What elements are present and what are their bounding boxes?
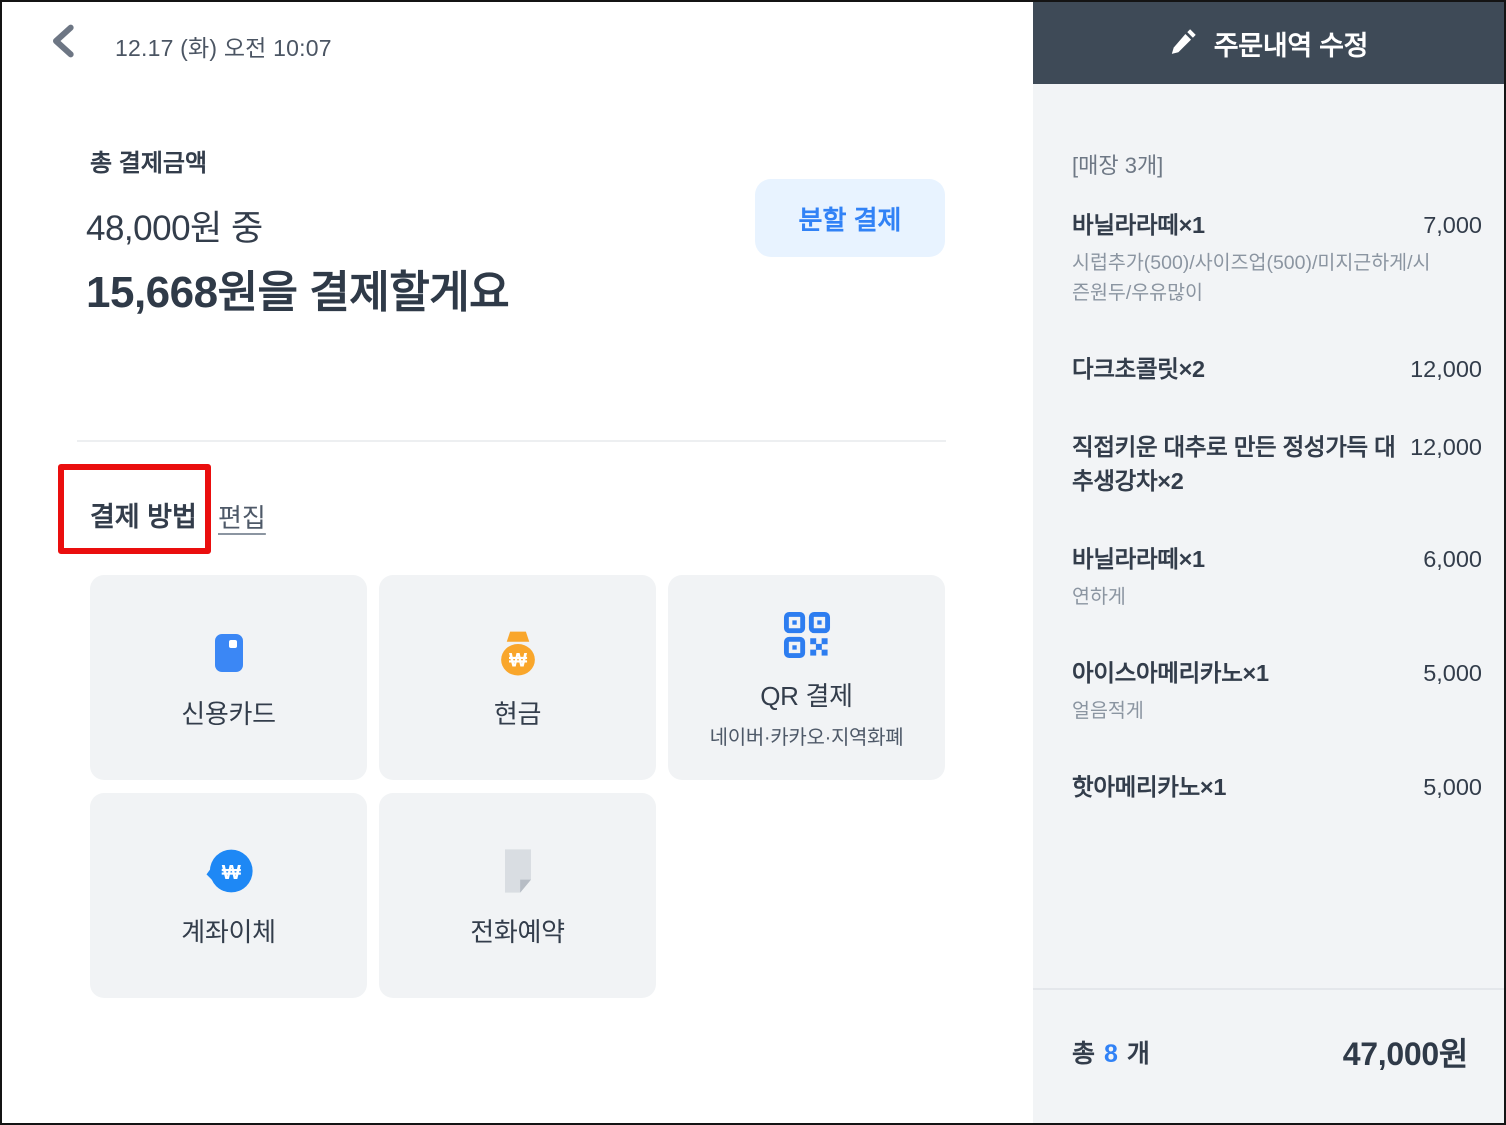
order-item: 바닐라라떼×1 6,000 연하게	[1072, 542, 1482, 612]
total-count-number: 8	[1104, 1039, 1118, 1068]
svg-text:₩: ₩	[508, 651, 527, 672]
split-payment-button[interactable]: 분할 결제	[755, 179, 945, 257]
order-item-options: 연하게	[1072, 586, 1126, 608]
total-count-label: 총 8 개	[1072, 1034, 1150, 1070]
order-item-price: 7,000	[1423, 212, 1482, 238]
order-item-name: 바닐라라떼×1	[1072, 546, 1205, 572]
payment-card-label: 현금	[493, 699, 542, 729]
section-divider	[77, 440, 946, 442]
order-item-price: 12,000	[1410, 434, 1482, 460]
chevron-left-icon	[48, 22, 80, 63]
payment-card-credit[interactable]: 신용카드	[90, 575, 367, 780]
payment-card-label: 전화예약	[470, 917, 565, 947]
screen: 12.17 (화) 오전 10:07 총 결제금액 48,000원 중 15,6…	[0, 0, 1506, 1125]
qr-code-icon	[781, 606, 833, 664]
payment-methods-grid: 신용카드 ₩ 현금 QR 결제 네이버·카카오·지역화폐 ₩ 계좌이체 전화예약	[90, 575, 946, 998]
pencil-icon	[1169, 26, 1199, 61]
order-item-price: 6,000	[1423, 546, 1482, 572]
order-item-name: 다크초콜릿×2	[1072, 356, 1205, 382]
payment-panel: 12.17 (화) 오전 10:07 총 결제금액 48,000원 중 15,6…	[2, 2, 1033, 1123]
order-item-options: 얼음적게	[1072, 700, 1144, 722]
credit-card-icon	[214, 624, 243, 682]
back-button[interactable]	[42, 18, 86, 66]
order-item-price: 12,000	[1410, 356, 1482, 382]
payment-card-label: QR 결제	[760, 680, 853, 711]
order-edit-title: 주문내역 수정	[1213, 30, 1369, 61]
order-edit-header-button[interactable]: 주문내역 수정	[1033, 2, 1504, 84]
datetime-text: 12.17 (화) 오전 10:07	[115, 35, 332, 61]
money-bag-icon: ₩	[491, 624, 545, 682]
red-annotation-box	[58, 464, 211, 554]
order-item-name: 바닐라라떼×1	[1072, 212, 1205, 238]
total-suffix: 개	[1126, 1039, 1150, 1068]
document-icon	[492, 842, 544, 900]
total-amount-label: 총 결제금액	[90, 150, 208, 177]
payment-card-label: 신용카드	[181, 699, 276, 729]
order-item-list: [매장 3개] 바닐라라떼×1 7,000 시럽추가(500)/사이즈업(500…	[1033, 84, 1504, 988]
edit-link[interactable]: 편집	[218, 498, 266, 535]
bank-transfer-icon: ₩	[202, 842, 256, 900]
order-item: 핫아메리카노×1 5,000	[1072, 770, 1482, 804]
payment-card-cash[interactable]: ₩ 현금	[379, 575, 656, 780]
order-summary-panel: 주문내역 수정 [매장 3개] 바닐라라떼×1 7,000 시럽추가(500)/…	[1033, 2, 1504, 1123]
payment-card-qr[interactable]: QR 결제 네이버·카카오·지역화폐	[668, 575, 945, 780]
order-item-price: 5,000	[1423, 774, 1482, 800]
svg-text:₩: ₩	[221, 862, 241, 884]
order-item: 직접키운 대추로 만든 정성가득 대추생강차×2 12,000	[1072, 430, 1482, 498]
order-item-options: 시럽추가(500)/사이즈업(500)/미지근하게/시즌원두/우유많이	[1072, 252, 1431, 304]
total-amount-line: 48,000원 중	[86, 209, 263, 248]
order-item-price: 5,000	[1423, 660, 1482, 686]
order-item: 바닐라라떼×1 7,000 시럽추가(500)/사이즈업(500)/미지근하게/…	[1072, 208, 1482, 308]
payment-card-transfer[interactable]: ₩ 계좌이체	[90, 793, 367, 998]
order-item-name: 아이스아메리카노×1	[1072, 660, 1269, 686]
payment-card-sublabel: 네이버·카카오·지역화폐	[709, 726, 904, 749]
due-amount-line: 15,668원을 결제할게요	[86, 268, 510, 317]
store-count-label: [매장 3개]	[1072, 153, 1164, 178]
total-prefix: 총	[1072, 1039, 1096, 1068]
order-item: 아이스아메리카노×1 5,000 얼음적게	[1072, 656, 1482, 726]
order-item-name: 직접키운 대추로 만든 정성가득 대추생강차×2	[1072, 434, 1396, 494]
payment-card-phone[interactable]: 전화예약	[379, 793, 656, 998]
order-item: 다크초콜릿×2 12,000	[1072, 352, 1482, 386]
order-total-bar: 총 8 개 47,000원	[1033, 988, 1504, 1123]
payment-card-label: 계좌이체	[181, 917, 276, 947]
total-price: 47,000원	[1342, 1035, 1469, 1072]
order-item-name: 핫아메리카노×1	[1072, 774, 1227, 800]
